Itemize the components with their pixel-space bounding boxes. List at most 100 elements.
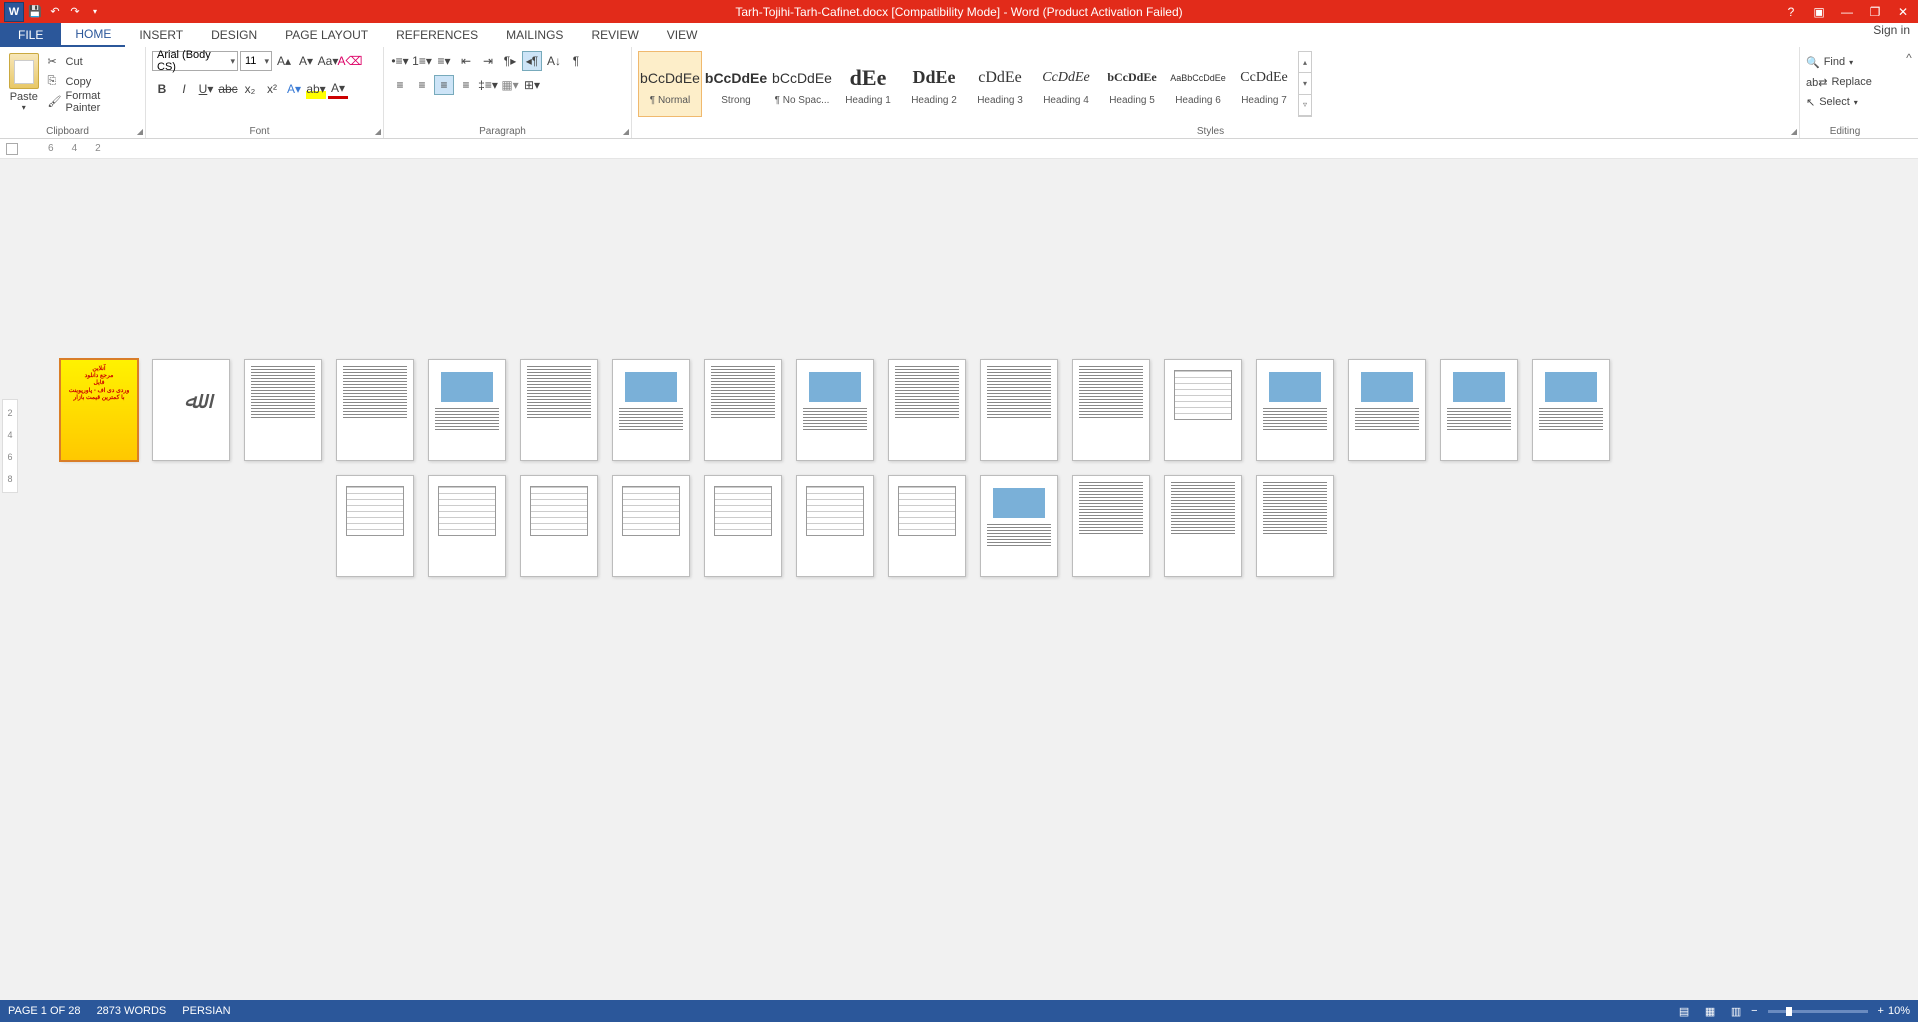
zoom-slider[interactable] [1768,1010,1868,1013]
underline-button[interactable]: U▾ [196,79,216,99]
paste-dropdown-icon[interactable]: ▾ [22,103,26,112]
style-normal[interactable]: bCcDdEe¶ Normal [638,51,702,117]
page-thumbnail[interactable] [428,359,506,461]
page-thumbnail[interactable] [888,359,966,461]
tab-view[interactable]: VIEW [653,23,712,47]
ribbon-display-icon[interactable]: ▣ [1808,5,1830,19]
vertical-ruler[interactable]: 2 4 6 8 [2,399,18,493]
shading-button[interactable]: ▦▾ [500,75,520,95]
tab-page-layout[interactable]: PAGE LAYOUT [271,23,382,47]
page-thumbnail[interactable] [1072,475,1150,577]
page-thumbnail[interactable] [704,359,782,461]
page-thumbnail[interactable] [980,359,1058,461]
zoom-level[interactable]: 10% [1888,1005,1910,1017]
grow-font-button[interactable]: A▴ [274,51,294,71]
clipboard-dialog-icon[interactable]: ◢ [137,127,143,136]
clear-formatting-button[interactable]: A⌫ [340,51,360,71]
style-strong[interactable]: bCcDdEeStrong [704,51,768,117]
page-thumbnail[interactable] [520,475,598,577]
font-dialog-icon[interactable]: ◢ [375,127,381,136]
style-heading-7[interactable]: CcDdEeHeading 7 [1232,51,1296,117]
help-icon[interactable]: ? [1780,5,1802,19]
zoom-out-button[interactable]: − [1751,1005,1757,1017]
language-indicator[interactable]: PERSIAN [182,1005,230,1017]
read-mode-button[interactable]: ▤ [1673,1003,1695,1019]
borders-button[interactable]: ⊞▾ [522,75,542,95]
page-thumbnail[interactable] [336,359,414,461]
page-thumbnail[interactable] [796,359,874,461]
shrink-font-button[interactable]: A▾ [296,51,316,71]
replace-button[interactable]: ab⇄Replace [1806,73,1872,91]
paragraph-dialog-icon[interactable]: ◢ [623,127,629,136]
tab-references[interactable]: REFERENCES [382,23,492,47]
undo-icon[interactable]: ↶ [46,3,64,21]
show-marks-button[interactable]: ¶ [566,51,586,71]
collapse-ribbon-icon[interactable]: ^ [1900,47,1918,138]
font-size-combo[interactable]: 11 [240,51,272,71]
style-heading-4[interactable]: CcDdEeHeading 4 [1034,51,1098,117]
tab-selector-icon[interactable] [6,143,18,155]
align-left-button[interactable]: ≡ [390,75,410,95]
subscript-button[interactable]: x₂ [240,79,260,99]
highlight-button[interactable]: ab▾ [306,79,326,99]
copy-button[interactable]: ⎘Copy [46,73,139,91]
page-thumbnail[interactable] [1440,359,1518,461]
horizontal-ruler[interactable]: 642 [0,139,1918,159]
qat-dropdown-icon[interactable]: ▾ [86,3,104,21]
style-heading-5[interactable]: bCcDdEeHeading 5 [1100,51,1164,117]
page-thumbnail[interactable] [612,475,690,577]
style-heading-2[interactable]: DdEeHeading 2 [902,51,966,117]
page-thumbnail[interactable]: ﷲ [152,359,230,461]
page-thumbnail[interactable] [796,475,874,577]
page-thumbnail[interactable] [1164,359,1242,461]
page-thumbnail[interactable] [1164,475,1242,577]
increase-indent-button[interactable]: ⇥ [478,51,498,71]
format-painter-button[interactable]: 🖌Format Painter [46,93,139,111]
zoom-in-button[interactable]: + [1878,1005,1884,1017]
document-area[interactable]: 2 4 6 8 آنلاینمرجع دانلودفایلوردی دی اف … [0,159,1918,1000]
redo-icon[interactable]: ↷ [66,3,84,21]
sign-in-link[interactable]: Sign in [1873,23,1910,37]
page-thumbnail[interactable] [1532,359,1610,461]
page-thumbnail[interactable] [1348,359,1426,461]
paste-button[interactable]: Paste ▾ [6,51,42,136]
text-effects-button[interactable]: A▾ [284,79,304,99]
web-layout-button[interactable]: ▥ [1725,1003,1747,1019]
change-case-button[interactable]: Aa▾ [318,51,338,71]
bold-button[interactable]: B [152,79,172,99]
font-color-button[interactable]: A▾ [328,79,348,99]
page-thumbnail[interactable] [980,475,1058,577]
close-icon[interactable]: ✕ [1892,5,1914,19]
align-center-button[interactable]: ≡ [412,75,432,95]
page-thumbnail[interactable] [244,359,322,461]
rtl-direction-button[interactable]: ◂¶ [522,51,542,71]
sort-button[interactable]: A↓ [544,51,564,71]
tab-review[interactable]: REVIEW [577,23,652,47]
align-right-button[interactable]: ≡ [434,75,454,95]
decrease-indent-button[interactable]: ⇤ [456,51,476,71]
style-heading-1[interactable]: dEeHeading 1 [836,51,900,117]
page-thumbnail[interactable] [428,475,506,577]
word-count[interactable]: 2873 WORDS [97,1005,167,1017]
page-thumbnail[interactable]: آنلاینمرجع دانلودفایلوردی دی اف - پاورپو… [60,359,138,461]
page-thumbnail[interactable] [1072,359,1150,461]
print-layout-button[interactable]: ▦ [1699,1003,1721,1019]
multilevel-button[interactable]: ≡▾ [434,51,454,71]
style-heading-3[interactable]: cDdEeHeading 3 [968,51,1032,117]
styles-more-button[interactable]: ▴▾▿ [1298,51,1312,117]
tab-file[interactable]: FILE [0,23,61,47]
save-icon[interactable]: 💾 [26,3,44,21]
page-thumbnail[interactable] [612,359,690,461]
cut-button[interactable]: ✂Cut [46,53,139,71]
page-thumbnail[interactable] [520,359,598,461]
style-heading-6[interactable]: AaBbCcDdEeHeading 6 [1166,51,1230,117]
line-spacing-button[interactable]: ‡≡▾ [478,75,498,95]
superscript-button[interactable]: x² [262,79,282,99]
page-count[interactable]: PAGE 1 OF 28 [8,1005,81,1017]
bullets-button[interactable]: •≡▾ [390,51,410,71]
minimize-icon[interactable]: — [1836,5,1858,19]
font-name-combo[interactable]: Arial (Body CS) [152,51,238,71]
strikethrough-button[interactable]: abc [218,79,238,99]
tab-design[interactable]: DESIGN [197,23,271,47]
page-thumbnail[interactable] [888,475,966,577]
